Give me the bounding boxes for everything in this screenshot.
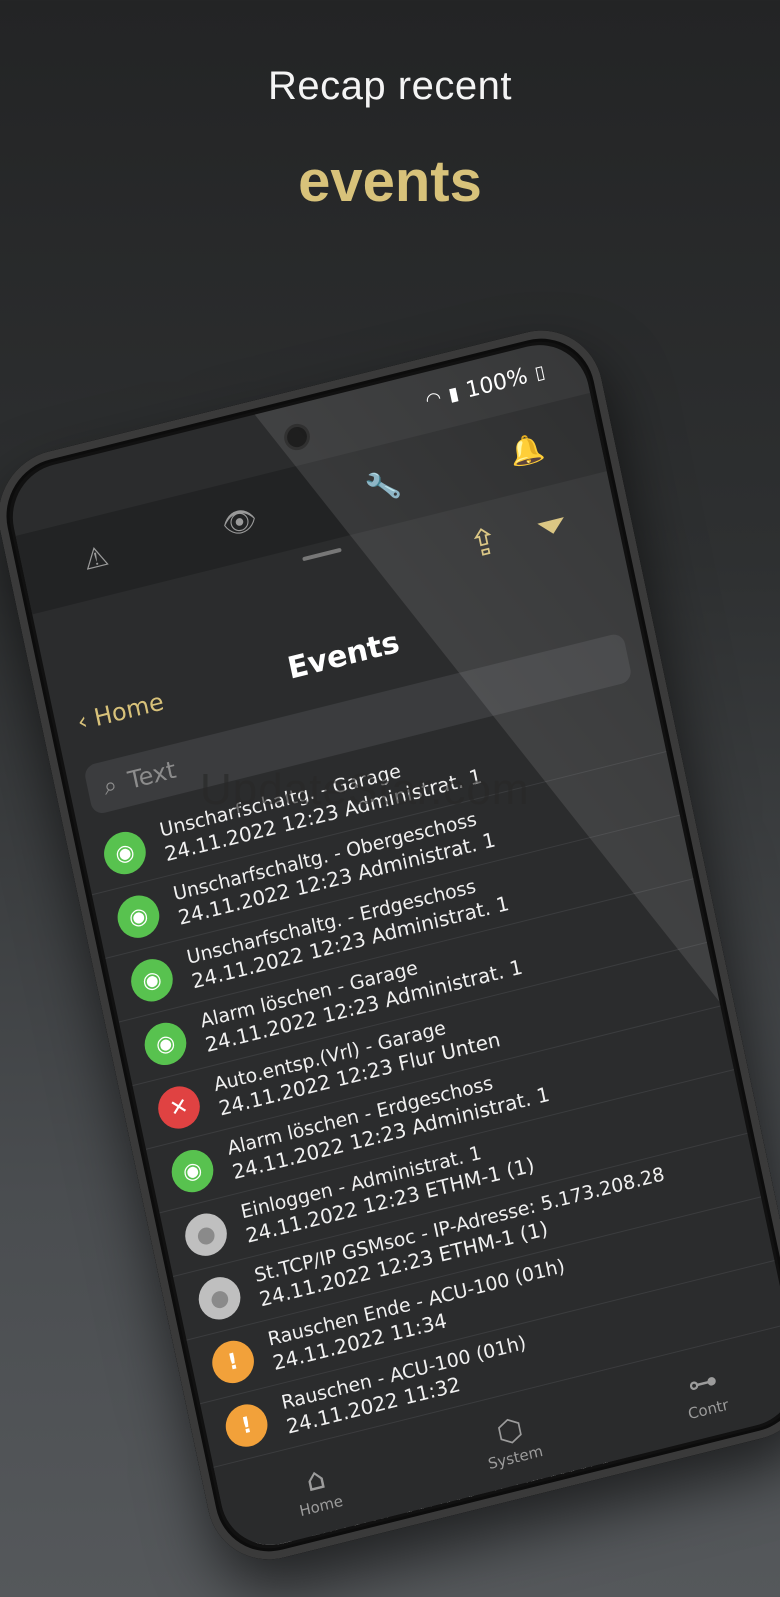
filter-icon[interactable]: ⏷ [532,501,571,552]
battery-icon: ▯ [532,361,547,385]
eye-icon: ◉ [127,954,177,1006]
tab-eye-icon[interactable]: 👁 [207,498,272,545]
phone-device: ◠ ▮ 100% ▯ ⚠ 👁 🔧 🔔 ⇪ ⏷ ‹ Home Events ⌕ ◉ [0,317,780,1573]
status-bar: ◠ ▮ 100% ▯ [423,359,547,413]
eye-icon: ◉ [140,1018,191,1070]
watermark: UpdateStar.com [200,765,530,814]
headline-recap: Recap recent [268,64,512,108]
tab-warning-icon[interactable]: ⚠ [63,534,128,581]
warning-icon: ! [208,1336,258,1388]
eye-icon: ◉ [113,891,164,943]
tab-wrench-icon[interactable]: 🔧 [350,462,415,509]
user-icon: ● [181,1209,231,1261]
battery-percent: 100% [463,363,530,404]
headline-events: events [298,149,482,214]
phone-screen: ◠ ▮ 100% ▯ ⚠ 👁 🔧 🔔 ⇪ ⏷ ‹ Home Events ⌕ ◉ [3,334,780,1556]
nav-home[interactable]: ⌂ Home [290,1457,345,1520]
wifi-icon: ◠ [423,387,444,412]
tab-bell-icon[interactable]: 🔔 [494,426,559,473]
camera-hole [285,424,309,450]
eye-icon: ◉ [100,827,150,879]
warning-icon: ! [221,1399,272,1452]
search-icon: ⌕ [100,770,120,801]
eye-icon: ◉ [167,1145,218,1197]
nav-system[interactable]: ⬡ System [479,1407,544,1473]
signal-icon: ▮ [446,382,461,406]
close-icon: ✕ [154,1081,204,1134]
user-icon: ● [194,1272,245,1324]
nav-control[interactable]: ⊶ Contr [679,1361,731,1422]
share-icon[interactable]: ⇪ [465,520,503,567]
